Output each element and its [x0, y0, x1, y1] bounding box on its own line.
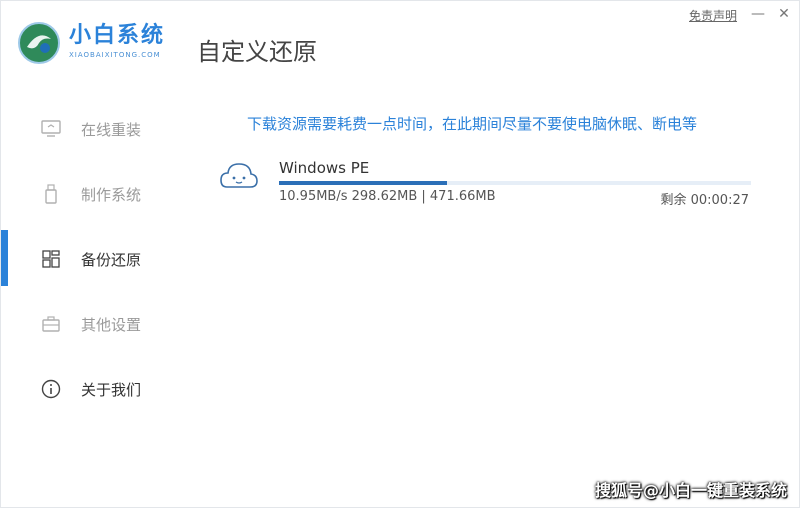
sidebar-item-online-reinstall[interactable]: 在线重装	[1, 101, 181, 157]
sidebar-item-backup-restore[interactable]: 备份还原	[1, 231, 181, 287]
sidebar-item-make-system[interactable]: 制作系统	[1, 166, 181, 222]
download-time-remaining: 剩余 00:00:27	[660, 193, 749, 208]
download-progress-bar	[279, 181, 751, 185]
sidebar-item-about-us[interactable]: 关于我们	[1, 361, 181, 417]
watermark: 搜狐号@小白一键重装系统	[594, 481, 787, 500]
download-stats: 10.95MB/s 298.62MB | 471.66MB	[279, 189, 496, 204]
usb-icon	[41, 184, 61, 204]
sidebar-item-label: 制作系统	[81, 185, 142, 204]
app-window: 小白系统 XIAOBAIXITONG.COM 自定义还原 免责声明 — ✕ 在线…	[0, 0, 800, 508]
monitor-icon	[41, 119, 61, 139]
briefcase-icon	[41, 314, 61, 334]
download-progress-fill	[279, 181, 448, 185]
download-notice: 下载资源需要耗费一点时间，在此期间尽量不要使电脑休眠、断电等	[247, 115, 698, 133]
brand-url: XIAOBAIXITONG.COM	[69, 51, 161, 59]
sidebar-item-label: 在线重装	[81, 120, 142, 139]
page-title: 自定义还原	[197, 38, 317, 66]
info-icon	[41, 379, 61, 399]
sidebar-item-label: 备份还原	[81, 250, 142, 269]
grid-icon	[41, 249, 61, 269]
sidebar-item-other-settings[interactable]: 其他设置	[1, 296, 181, 352]
close-button[interactable]: ✕	[775, 5, 793, 23]
download-item-name: Windows PE	[279, 159, 370, 177]
brand: 小白系统 XIAOBAIXITONG.COM	[69, 23, 165, 59]
sidebar-item-label: 其他设置	[81, 315, 142, 334]
brand-name: 小白系统	[69, 23, 166, 48]
logo-icon	[17, 21, 61, 65]
disclaimer-link[interactable]: 免责声明	[689, 7, 737, 24]
minimize-button[interactable]: —	[749, 5, 767, 23]
sidebar-item-label: 关于我们	[81, 380, 142, 399]
cloud-face-icon	[219, 159, 259, 195]
